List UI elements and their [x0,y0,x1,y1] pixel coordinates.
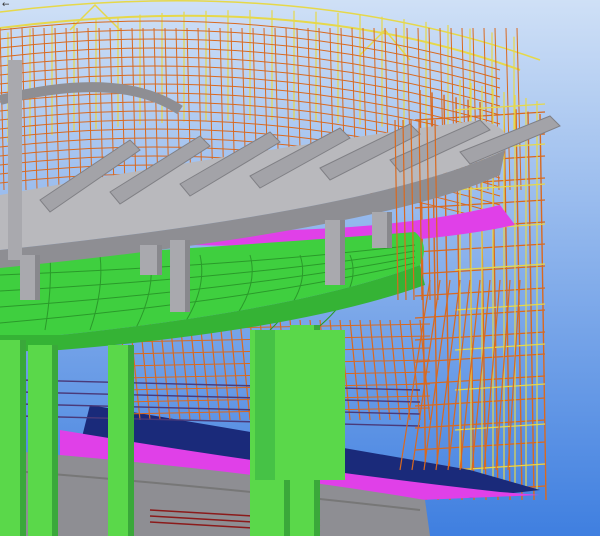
green-column-shade [128,345,134,536]
green-column-shade [52,345,58,536]
gray-column-shade [340,220,345,285]
arrow-left-icon: ← [2,0,10,10]
gray-column-shade [35,255,40,300]
gray-column [8,60,22,260]
green-wall-shade [255,330,275,480]
gray-column-shade [157,245,162,275]
green-column-shade [20,340,26,536]
structure-3d-render [0,0,600,536]
gray-column-shade [387,212,392,248]
3d-model-viewport[interactable]: ← [0,0,600,536]
gray-column-shade [185,240,190,312]
